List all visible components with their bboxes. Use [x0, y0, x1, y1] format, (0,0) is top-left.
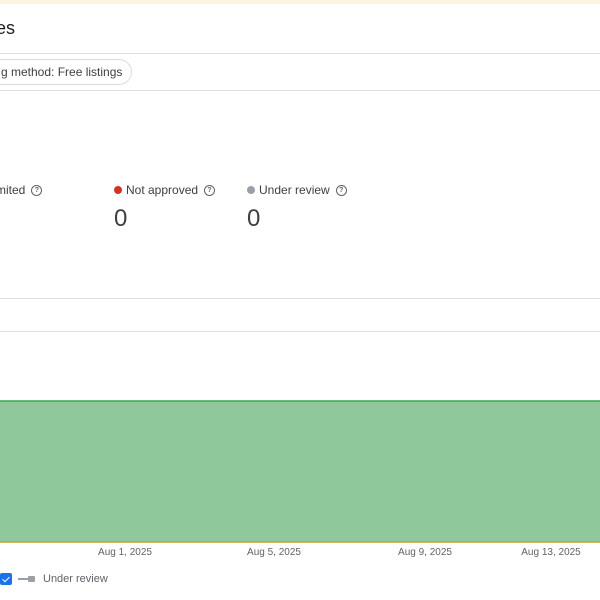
chart-header-divider [0, 331, 600, 332]
filter-divider [0, 90, 600, 91]
metric-under-review-value: 0 [247, 205, 261, 232]
marketing-method-filter-chip[interactable]: g method: Free listings [0, 59, 133, 85]
metric-under-review: Under review ? 0 [247, 183, 347, 233]
legend-checkbox[interactable] [0, 573, 12, 585]
metric-not-approved-value: 0 [114, 205, 128, 232]
x-tick-label: Aug 5, 2025 [247, 547, 301, 558]
x-tick-label: Aug 1, 2025 [98, 547, 152, 558]
chart-area-fill [0, 401, 600, 542]
metrics-divider [0, 298, 600, 299]
header-divider [0, 53, 600, 54]
help-icon[interactable]: ? [335, 184, 347, 196]
not-approved-dot-icon [114, 186, 122, 194]
metric-limited-label: mited [0, 183, 26, 197]
legend-label-under-review: Under review [43, 573, 108, 585]
top-banner-strip [0, 0, 600, 4]
page-title: es [0, 18, 16, 38]
help-icon[interactable]: ? [31, 184, 43, 196]
chart-legend: Under review [0, 572, 108, 586]
metric-limited: mited ? [0, 183, 43, 197]
metric-not-approved-label: Not approved [126, 183, 199, 197]
x-tick-label: Aug 9, 2025 [398, 547, 452, 558]
x-tick-label: Aug 13, 2025 [521, 547, 581, 558]
metric-under-review-label: Under review [259, 183, 330, 197]
metric-not-approved: Not approved ? 0 [114, 183, 216, 233]
help-icon[interactable]: ? [204, 184, 216, 196]
status-area-chart: Aug 1, 2025 Aug 5, 2025 Aug 9, 2025 Aug 13,… [0, 400, 600, 558]
page: es g method: Free listings mited ? Not a… [0, 0, 600, 600]
under-review-dot-icon [247, 186, 255, 194]
legend-series-swatch-icon [18, 576, 36, 582]
